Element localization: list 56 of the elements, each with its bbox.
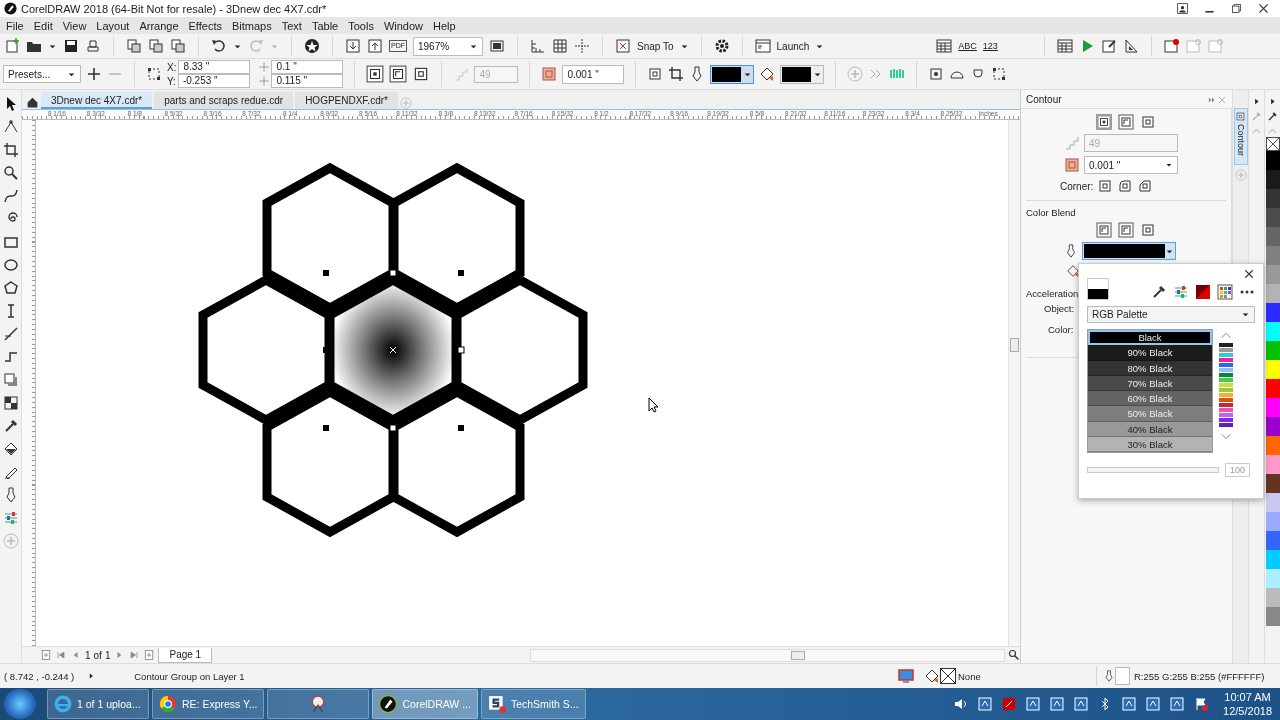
- docker-tab[interactable]: Contour: [1233, 108, 1248, 166]
- zoom-level-field[interactable]: 1967%: [413, 36, 483, 56]
- page-number: 1: [85, 649, 91, 661]
- menu-item[interactable]: Bitmaps: [227, 19, 278, 32]
- menu-item[interactable]: Text: [277, 19, 308, 32]
- document-tab[interactable]: 3Dnew dec 4X7.cdr*: [41, 92, 153, 109]
- snap-to-menu[interactable]: Snap To: [637, 40, 674, 52]
- object-label: Object:: [1044, 303, 1075, 314]
- page-of-label: of: [93, 649, 102, 661]
- docker-title: Contour: [1026, 94, 1063, 105]
- clock-time: 10:07 AM: [1224, 690, 1271, 704]
- color-list-item[interactable]: 60% Black: [1088, 391, 1212, 407]
- y-position-field[interactable]: -0.253 ": [177, 74, 250, 88]
- offset-field[interactable]: 0.001 ": [1084, 156, 1178, 174]
- color-list-item[interactable]: 90% Black: [1088, 345, 1212, 361]
- section-heading: Color Blend: [1026, 207, 1076, 218]
- fill-status: None: [958, 670, 982, 682]
- menu-item[interactable]: Help: [429, 19, 462, 32]
- offset-field[interactable]: 0.001 ": [562, 64, 625, 84]
- menu-item[interactable]: Effects: [184, 19, 228, 32]
- menu-item[interactable]: Edit: [29, 19, 59, 32]
- menu-item[interactable]: Layout: [92, 19, 136, 32]
- launch-menu[interactable]: Launch: [776, 40, 810, 52]
- menu-item[interactable]: View: [58, 19, 93, 32]
- x-position-field[interactable]: 8.33 ": [178, 60, 251, 74]
- menu-item[interactable]: Window: [379, 19, 429, 32]
- document-tab[interactable]: HOGPENDXF.cdr*: [295, 92, 398, 109]
- menu-item[interactable]: Tools: [344, 19, 380, 32]
- color-list-item[interactable]: 30% Black: [1088, 437, 1212, 453]
- taskbar-button[interactable]: RE: Express Y...: [152, 689, 265, 719]
- outline-status: R:255 G:255 B:255 (#FFFFFF): [1134, 670, 1266, 682]
- document-tab[interactable]: parts and scraps redue.cdr: [154, 92, 294, 109]
- abc-button[interactable]: ABC: [958, 41, 977, 51]
- page-total: 1: [104, 649, 111, 661]
- color-label: Color:: [1048, 324, 1074, 335]
- window-title: CorelDRAW 2018 (64-Bit Not for resale) - 3Dnew dec 4X7.cdr*: [21, 2, 328, 15]
- corner-label: Corner:: [1060, 180, 1094, 192]
- selection-info: Contour Group on Layer 1: [134, 670, 245, 682]
- color-list-item[interactable]: 50% Black: [1088, 406, 1212, 422]
- taskbar-button[interactable]: TechSmith S...: [480, 689, 586, 719]
- page-tab[interactable]: Page 1: [158, 647, 213, 663]
- menu-item[interactable]: Arrange: [135, 19, 185, 32]
- width-field[interactable]: 0.1 ": [271, 60, 344, 74]
- clock-date: 12/5/2018: [1223, 704, 1272, 718]
- palette-dropdown[interactable]: RGB Palette: [1087, 306, 1255, 323]
- height-field[interactable]: 0.115 ": [271, 74, 344, 88]
- presets-dropdown[interactable]: Presets...: [3, 65, 81, 83]
- color-list-item[interactable]: Black: [1088, 330, 1212, 346]
- menu-item[interactable]: Table: [307, 19, 345, 32]
- cursor-coordinates: ( 8.742 , -0.244 ): [4, 670, 75, 682]
- taskbar-button[interactable]: 1 of 1 uploa...: [47, 689, 149, 719]
- x-label: X:: [167, 61, 177, 73]
- y-label: Y:: [167, 75, 176, 87]
- numbers-button[interactable]: 123: [982, 41, 998, 51]
- menu-item[interactable]: File: [2, 19, 30, 32]
- section-heading: Acceleration: [1026, 288, 1079, 299]
